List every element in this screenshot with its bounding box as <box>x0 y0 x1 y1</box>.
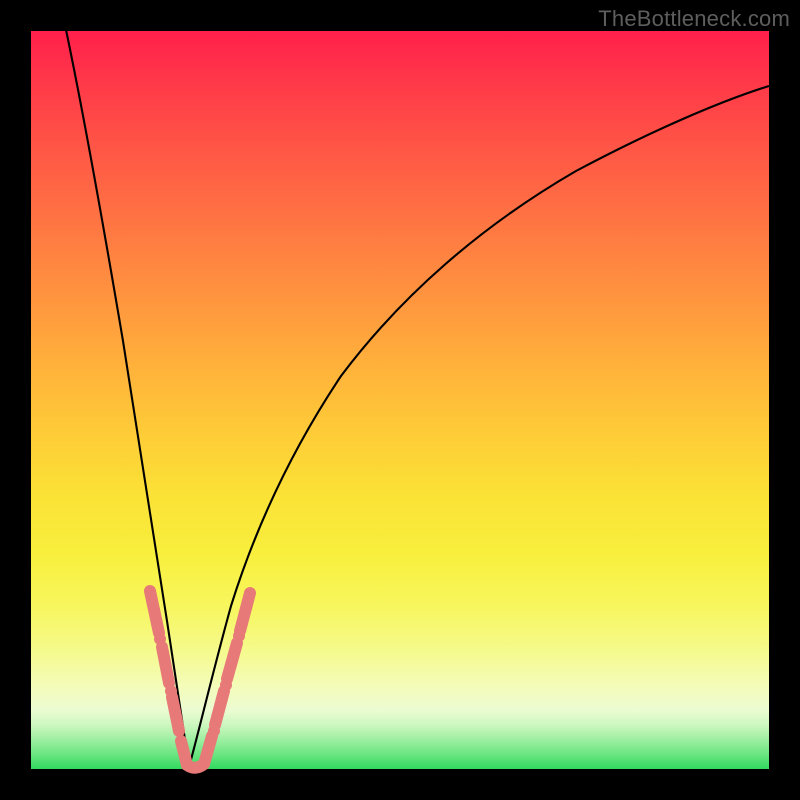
marker-dot <box>165 685 177 697</box>
marker-dot <box>233 630 245 642</box>
chart-frame: TheBottleneck.com <box>0 0 800 800</box>
bottleneck-curve <box>65 25 769 769</box>
marker-dot <box>208 725 220 737</box>
watermark-text: TheBottleneck.com <box>598 6 790 32</box>
chart-svg <box>31 31 769 769</box>
marker-dot <box>220 679 232 691</box>
plot-area <box>31 31 769 769</box>
marker-dot <box>154 633 166 645</box>
marker-cluster-left <box>150 591 187 765</box>
